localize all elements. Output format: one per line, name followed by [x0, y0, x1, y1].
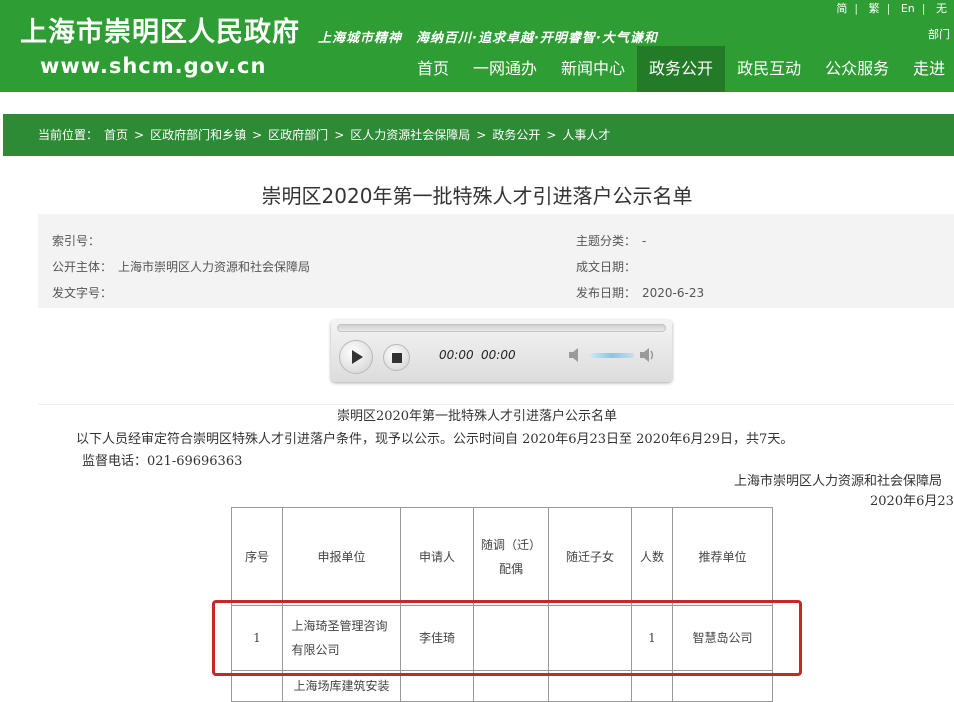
city-slogan: 上海城市精神 海纳百川·追求卓越·开明睿智·大气谦和 [318, 31, 658, 46]
index-no-label: 索引号： [52, 234, 101, 248]
breadcrumb-departments[interactable]: 区政府部门 [268, 128, 328, 142]
lang-english-link[interactable]: En [901, 2, 915, 15]
mute-icon[interactable] [568, 347, 584, 363]
issuer-signature: 上海市崇明区人力资源和社会保障局 [734, 474, 943, 489]
column-header: 申报单位 [282, 507, 401, 606]
nav-about[interactable]: 走进 [901, 46, 954, 92]
play-button[interactable] [339, 340, 373, 374]
column-header: 人数 [631, 507, 673, 606]
site-title[interactable]: 上海市崇明区人民政府 [20, 10, 300, 49]
publisher-field: 公开主体： 上海市崇明区人力资源和社会保障局 [52, 258, 310, 275]
breadcrumb-departments-towns[interactable]: 区政府部门和乡镇 [150, 128, 246, 142]
topic-value: - [642, 234, 647, 248]
red-highlight-box [212, 600, 802, 676]
topic-field: 主题分类： - [576, 232, 646, 249]
breadcrumb-separator: > [252, 128, 263, 142]
column-header: 随调（迁）配偶 [473, 507, 549, 606]
breadcrumb-label: 当前位置： [38, 128, 99, 142]
publish-date-value: 2020-6-23 [642, 286, 705, 300]
divider: | [854, 2, 859, 15]
column-header: 序号 [231, 507, 283, 606]
site-header: 上海市崇明区人民政府 www.shcm.gov.cn 上海城市精神 海纳百川·追… [0, 0, 954, 92]
divider: | [886, 2, 891, 15]
publish-date-field: 发布日期： 2020-6-23 [576, 284, 704, 301]
current-time: 00:00 [439, 348, 474, 362]
language-links: 简 | 繁 | En | 无 [829, 0, 954, 16]
breadcrumb-separator: > [134, 128, 145, 142]
nav-interaction[interactable]: 政民互动 [725, 46, 813, 92]
table-header-row: 序号 申报单位 申请人 随调（迁）配偶 随迁子女 人数 推荐单位 [231, 507, 773, 606]
site-url[interactable]: www.shcm.gov.cn [40, 54, 266, 78]
column-header: 推荐单位 [672, 507, 773, 606]
breadcrumb-gov-affairs[interactable]: 政务公开 [492, 128, 540, 142]
publisher-value: 上海市崇明区人力资源和社会保障局 [118, 260, 311, 274]
written-date-label: 成文日期： [576, 260, 637, 274]
breadcrumb-hr-bureau[interactable]: 区人力资源社会保障局 [350, 128, 470, 142]
supervision-phone: 监督电话：021-69696363 [82, 454, 243, 469]
lang-traditional-link[interactable]: 繁 [869, 0, 880, 16]
page-title: 崇明区2020年第一批特殊人才引进落户公示名单 [261, 184, 693, 208]
nav-home[interactable]: 首页 [405, 46, 461, 92]
divider: | [921, 2, 926, 15]
doc-no-label: 发文字号： [52, 286, 113, 300]
volume-icon[interactable] [639, 347, 657, 363]
notice-paragraph: 以下人员经审定符合崇明区特殊人才引进落户条件，现予以公示。公示时间自 2020年… [76, 432, 794, 447]
play-icon [352, 350, 363, 364]
issue-date: 2020年6月23日 [870, 494, 954, 509]
stop-button[interactable] [383, 344, 410, 371]
breadcrumb-separator: > [476, 128, 487, 142]
audio-progress-bar[interactable] [337, 324, 666, 332]
duration-time: 00:00 [481, 348, 516, 362]
breadcrumb-separator: > [334, 128, 345, 142]
nav-news-center[interactable]: 新闻中心 [549, 46, 637, 92]
breadcrumb-separator: > [546, 128, 557, 142]
topic-label: 主题分类： [576, 234, 637, 248]
nav-government-affairs[interactable]: 政务公开 [637, 46, 726, 92]
publish-date-label: 发布日期： [576, 286, 637, 300]
breadcrumb-talent[interactable]: 人事人才 [562, 128, 610, 142]
breadcrumb: 当前位置： 首页 > 区政府部门和乡镇 > 区政府部门 > 区人力资源社会保障局 > 政务公开 > 人… [3, 114, 954, 156]
nav-online-service[interactable]: 一网通办 [461, 46, 549, 92]
audio-player: 00:00 00:00 [331, 320, 672, 382]
column-header: 申请人 [400, 507, 474, 606]
accessibility-link[interactable]: 无 [936, 0, 947, 16]
document-meta: 索引号： 公开主体： 上海市崇明区人力资源和社会保障局 发文字号： 主题分类： - … [38, 214, 954, 308]
dept-link[interactable]: 部门 [928, 26, 950, 42]
notice-title: 崇明区2020年第一批特殊人才引进落户公示名单 [336, 409, 618, 424]
stop-icon [392, 353, 402, 363]
breadcrumb-home[interactable]: 首页 [104, 128, 128, 142]
nav-public-service[interactable]: 公众服务 [813, 46, 901, 92]
column-header-text: 随调（迁）配偶 [480, 537, 541, 576]
main-nav: 首页 一网通办 新闻中心 政务公开 政民互动 公众服务 走进 [405, 46, 954, 92]
column-header: 随迁子女 [548, 507, 632, 606]
lang-simplified-link[interactable]: 简 [836, 0, 847, 16]
volume-slider[interactable] [590, 353, 634, 358]
publisher-label: 公开主体： [52, 260, 113, 274]
